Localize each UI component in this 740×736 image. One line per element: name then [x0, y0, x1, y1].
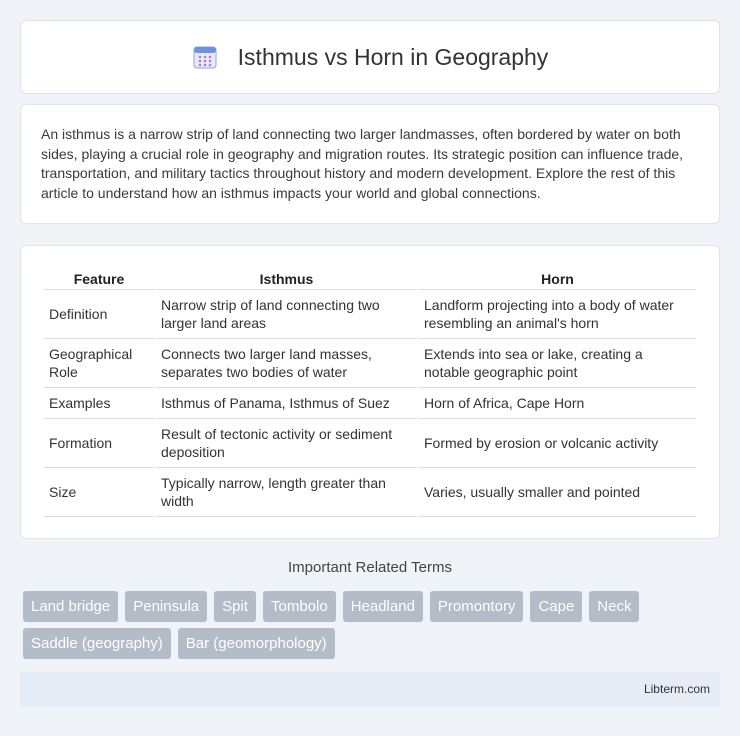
- intro-card: An isthmus is a narrow strip of land con…: [20, 104, 720, 224]
- comparison-table-card: Feature Isthmus Horn Definition Narrow s…: [20, 245, 720, 539]
- table-row: Formation Result of tectonic activity or…: [44, 419, 696, 468]
- table-row: Examples Isthmus of Panama, Isthmus of S…: [44, 388, 696, 419]
- tag-neck[interactable]: Neck: [589, 591, 640, 622]
- table-cell: Formed by erosion or volcanic activity: [419, 419, 696, 468]
- table-cell: Definition: [44, 290, 154, 339]
- footer: Libterm.com: [20, 672, 720, 706]
- table-cell: Extends into sea or lake, creating a not…: [419, 339, 696, 388]
- related-terms-title: Important Related Terms: [288, 559, 452, 576]
- tag-saddle[interactable]: Saddle (geography): [23, 628, 171, 659]
- table-cell: Formation: [44, 419, 154, 468]
- column-header: Feature: [44, 266, 154, 290]
- tag-spit[interactable]: Spit: [214, 591, 256, 622]
- column-header: Horn: [419, 266, 696, 290]
- table-cell: Connects two larger land masses, separat…: [156, 339, 417, 388]
- tag-cape[interactable]: Cape: [530, 591, 583, 622]
- table-cell: Typically narrow, length greater than wi…: [156, 468, 417, 517]
- tag-promontory[interactable]: Promontory: [429, 591, 524, 622]
- table-cell: Landform projecting into a body of water…: [419, 290, 696, 339]
- table-row: Size Typically narrow, length greater th…: [44, 468, 696, 517]
- footer-site-link[interactable]: Libterm.com: [644, 682, 710, 696]
- tag-headland[interactable]: Headland: [342, 591, 423, 622]
- tag-peninsula[interactable]: Peninsula: [125, 591, 208, 622]
- table-cell: Isthmus of Panama, Isthmus of Suez: [156, 388, 417, 419]
- table-header-row: Feature Isthmus Horn: [44, 266, 696, 290]
- table-cell: Varies, usually smaller and pointed: [419, 468, 696, 517]
- table-cell: Size: [44, 468, 154, 517]
- table-cell: Examples: [44, 388, 154, 419]
- table-cell: Narrow strip of land connecting two larg…: [156, 290, 417, 339]
- tag-bar[interactable]: Bar (geomorphology): [177, 628, 335, 659]
- header-card: Isthmus vs Horn in Geography: [20, 20, 720, 94]
- page-title: Isthmus vs Horn in Geography: [237, 43, 549, 70]
- column-header: Isthmus: [156, 266, 417, 290]
- related-terms-list: Land bridge Peninsula Spit Tombolo Headl…: [23, 591, 723, 665]
- tag-land-bridge[interactable]: Land bridge: [23, 591, 119, 622]
- table-cell: Geographical Role: [44, 339, 154, 388]
- table-row: Definition Narrow strip of land connecti…: [44, 290, 696, 339]
- intro-text: An isthmus is a narrow strip of land con…: [41, 126, 684, 201]
- comparison-table: Feature Isthmus Horn Definition Narrow s…: [42, 266, 698, 517]
- table-row: Geographical Role Connects two larger la…: [44, 339, 696, 388]
- calendar-grid-icon: [192, 44, 218, 70]
- table-cell: Result of tectonic activity or sediment …: [156, 419, 417, 468]
- table-cell: Horn of Africa, Cape Horn: [419, 388, 696, 419]
- tag-tombolo[interactable]: Tombolo: [262, 591, 336, 622]
